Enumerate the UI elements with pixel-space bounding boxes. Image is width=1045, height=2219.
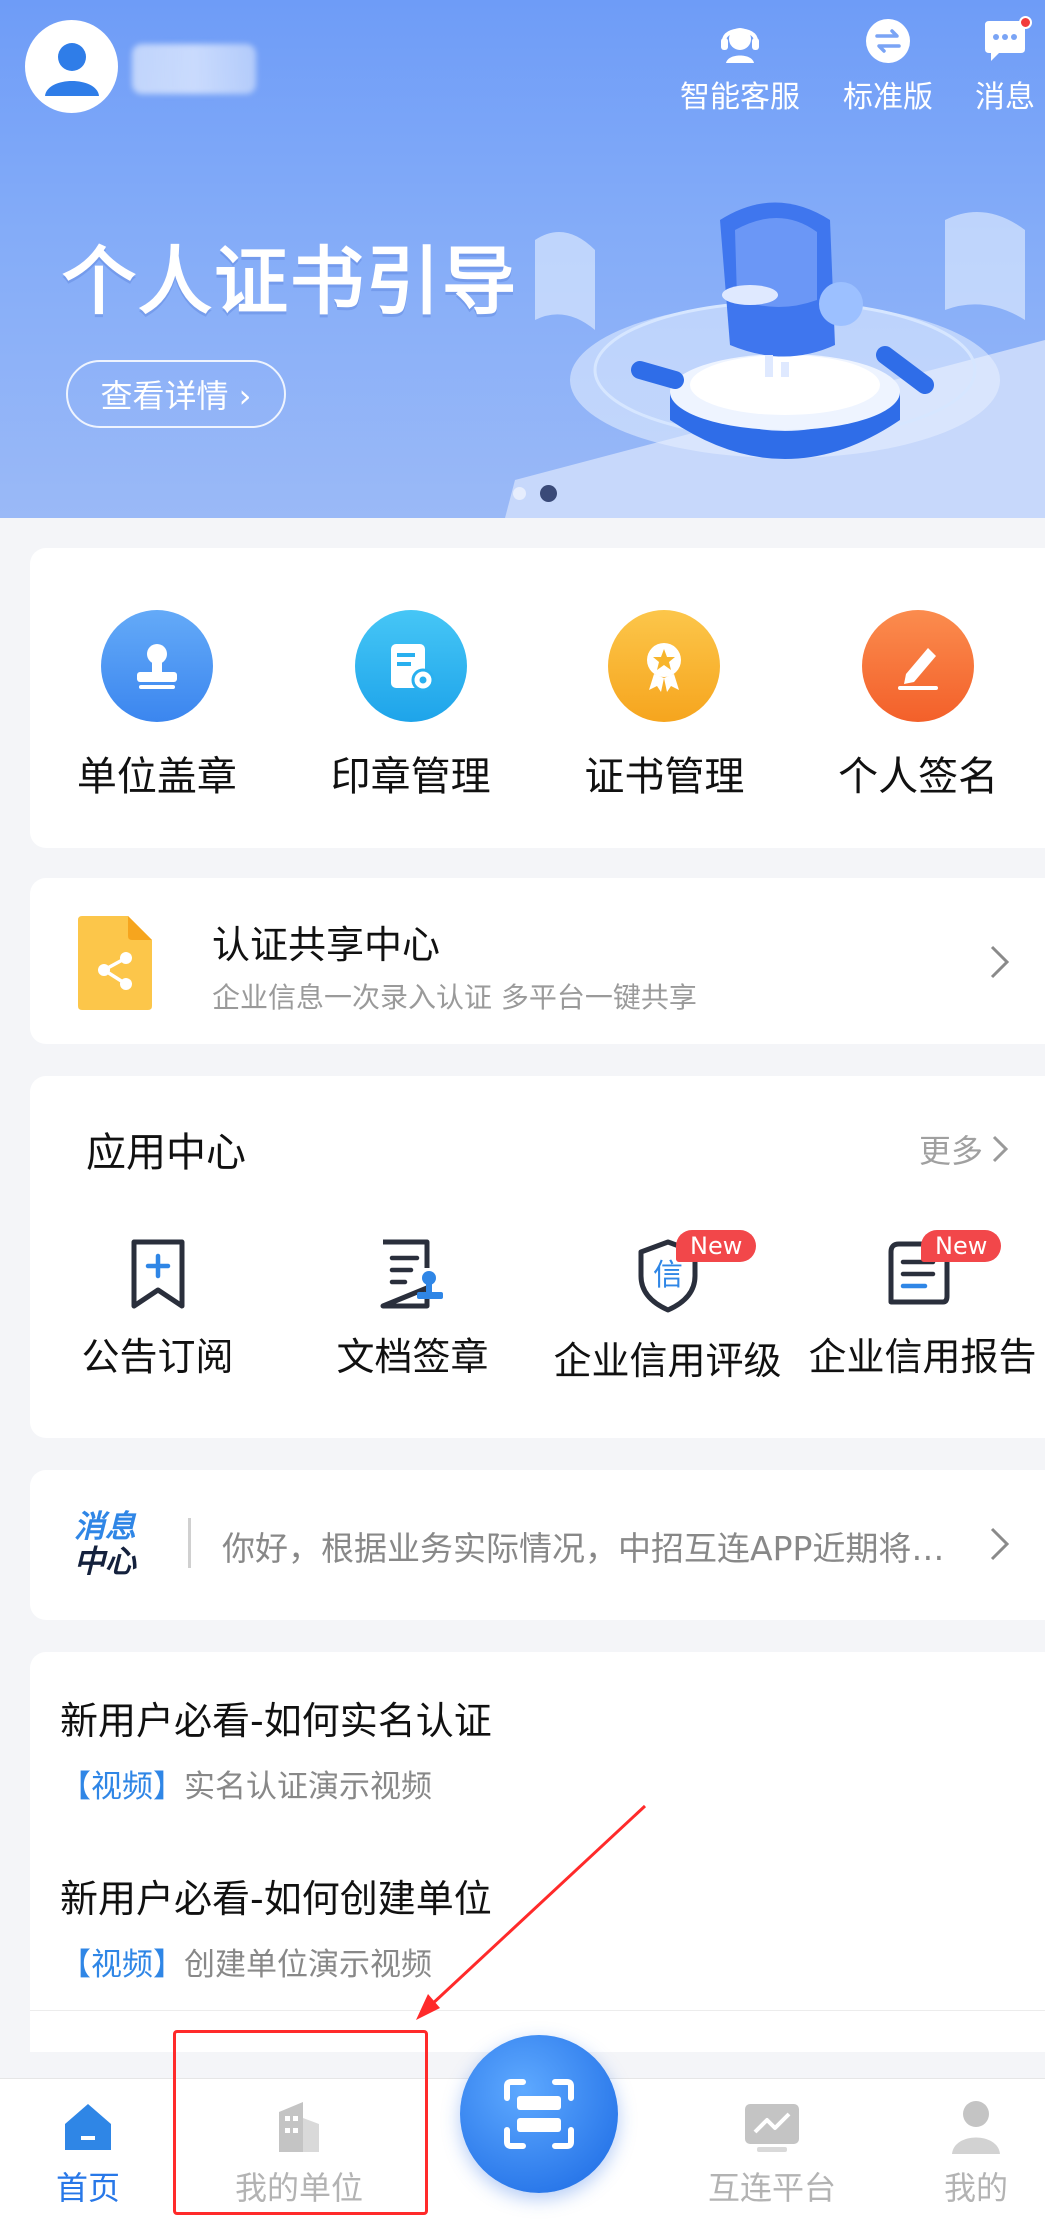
standard-version-button[interactable]: 标准版 <box>843 16 933 116</box>
app-credit-report[interactable]: New 企业信用报告 <box>795 1230 1045 1385</box>
message-label: 消息 <box>975 80 1035 115</box>
tab-label: 互连平台 <box>708 2169 837 2207</box>
message-icon <box>980 16 1032 66</box>
quick-action-label: 个人签名 <box>838 754 999 800</box>
customer-service-label: 智能客服 <box>680 80 800 115</box>
app-label: 企业信用评级 <box>553 1339 782 1383</box>
tab-home[interactable]: 首页 <box>56 2097 120 2209</box>
stamp-icon <box>100 610 213 722</box>
message-center-logo-line1: 消息 <box>74 1509 136 1545</box>
pagination-dot-active[interactable] <box>540 485 557 502</box>
guide-title: 新用户必看-如何创建单位 <box>60 1877 492 1921</box>
banner-pagination[interactable] <box>513 485 557 502</box>
guide-title: 新用户必看-如何实名认证 <box>60 1699 492 1743</box>
view-detail-button[interactable]: 查看详情 › <box>66 360 286 428</box>
new-badge: New <box>676 1230 757 1262</box>
profile-icon <box>946 2097 1006 2157</box>
quick-action-label: 证书管理 <box>584 754 745 800</box>
app-center-card: 应用中心 更多 公告订阅 文档签章 信 New 企业信用评级 New 企业信用报… <box>30 1076 1045 1438</box>
signature-icon <box>862 610 975 722</box>
doc-sign-icon <box>380 1239 443 1309</box>
app-label: 文档签章 <box>336 1335 489 1379</box>
app-label: 企业信用报告 <box>808 1335 1037 1379</box>
quick-action-unit-stamp[interactable]: 单位盖章 <box>30 610 284 802</box>
quick-action-label: 单位盖章 <box>76 754 237 800</box>
pagination-dot[interactable] <box>513 487 526 500</box>
guide-desc: 创建单位演示视频 <box>184 1947 432 1983</box>
message-center-bar[interactable]: 消息 中心 你好，根据业务实际情况，中招互连APP近期将进行系统升级 <box>30 1470 1045 1620</box>
switch-version-icon <box>863 16 913 66</box>
bookmark-plus-icon <box>131 1239 184 1309</box>
customer-service-button[interactable]: 智能客服 <box>680 16 800 116</box>
standard-version-label: 标准版 <box>843 80 933 115</box>
chevron-right-icon <box>990 945 1010 979</box>
quick-actions-card: 单位盖章 印章管理 证书管理 个人签名 <box>30 548 1045 848</box>
video-tag: 【视频】 <box>60 1769 184 1805</box>
quick-action-signature[interactable]: 个人签名 <box>791 610 1045 802</box>
app-label: 公告订阅 <box>81 1335 234 1379</box>
message-center-logo: 消息 中心 <box>74 1510 136 1580</box>
guide-list: 新用户必看-如何实名认证 【视频】实名认证演示视频 新用户必看-如何创建单位 【… <box>30 1652 1045 2052</box>
app-doc-sign[interactable]: 文档签章 <box>285 1238 540 1385</box>
share-doc-icon <box>78 916 152 1010</box>
chevron-right-icon <box>992 1135 1009 1163</box>
more-link[interactable]: 更多 <box>919 1126 1009 1172</box>
app-credit-rating[interactable]: 信 New 企业信用评级 <box>540 1230 795 1385</box>
guide-subtitle: 【视频】实名认证演示视频 <box>60 1761 492 1806</box>
customer-service-icon <box>715 16 765 66</box>
user-avatar-icon[interactable] <box>25 20 118 113</box>
new-badge: New <box>921 1230 1002 1262</box>
guide-desc: 实名认证演示视频 <box>184 1769 432 1805</box>
more-label: 更多 <box>918 1132 983 1170</box>
message-center-logo-line2: 中心 <box>74 1544 136 1580</box>
cert-share-center[interactable]: 认证共享中心 企业信息一次录入认证 多平台一键共享 <box>30 878 1045 1044</box>
guide-item-create-unit[interactable]: 新用户必看-如何创建单位 【视频】创建单位演示视频 <box>60 1868 492 1984</box>
seal-manage-icon <box>354 610 467 722</box>
tab-label: 首页 <box>56 2169 121 2207</box>
divider <box>188 1518 191 1568</box>
highlight-box-my-unit <box>173 2030 428 2215</box>
message-button[interactable]: 消息 <box>975 16 1035 116</box>
app-notice-subscribe[interactable]: 公告订阅 <box>30 1238 285 1385</box>
tab-label: 我的 <box>944 2169 1009 2207</box>
app-center-title: 应用中心 <box>86 1130 246 1176</box>
quick-action-certificate[interactable]: 证书管理 <box>538 610 792 802</box>
platform-chart-icon <box>742 2097 802 2157</box>
message-center-text: 你好，根据业务实际情况，中招互连APP近期将进行系统升级 <box>222 1529 966 1568</box>
guide-item-real-name[interactable]: 新用户必看-如何实名认证 【视频】实名认证演示视频 <box>60 1690 492 1806</box>
hero-banner[interactable]: 智能客服 标准版 消息 个人证书引导 查看详情 › <box>0 0 1045 518</box>
tab-platform[interactable]: 互连平台 <box>708 2097 836 2209</box>
banner-illustration <box>505 202 1045 518</box>
certificate-icon <box>608 610 721 722</box>
tab-mine[interactable]: 我的 <box>944 2097 1008 2209</box>
chevron-right-icon <box>990 1527 1010 1561</box>
banner-title: 个人证书引导 <box>62 239 518 325</box>
quick-action-seal-manage[interactable]: 印章管理 <box>284 610 538 802</box>
divider <box>30 2010 1045 2011</box>
guide-subtitle: 【视频】创建单位演示视频 <box>60 1939 492 1984</box>
shield-char: 信 <box>653 1258 683 1293</box>
username-blurred <box>132 44 256 94</box>
unread-dot <box>1019 16 1032 29</box>
cert-share-title: 认证共享中心 <box>212 923 441 967</box>
scan-button[interactable] <box>460 2035 618 2193</box>
home-icon <box>58 2097 118 2157</box>
cert-share-subtitle: 企业信息一次录入认证 多平台一键共享 <box>212 981 697 1014</box>
quick-action-label: 印章管理 <box>330 754 491 800</box>
scan-icon <box>504 2079 574 2149</box>
video-tag: 【视频】 <box>60 1947 184 1983</box>
